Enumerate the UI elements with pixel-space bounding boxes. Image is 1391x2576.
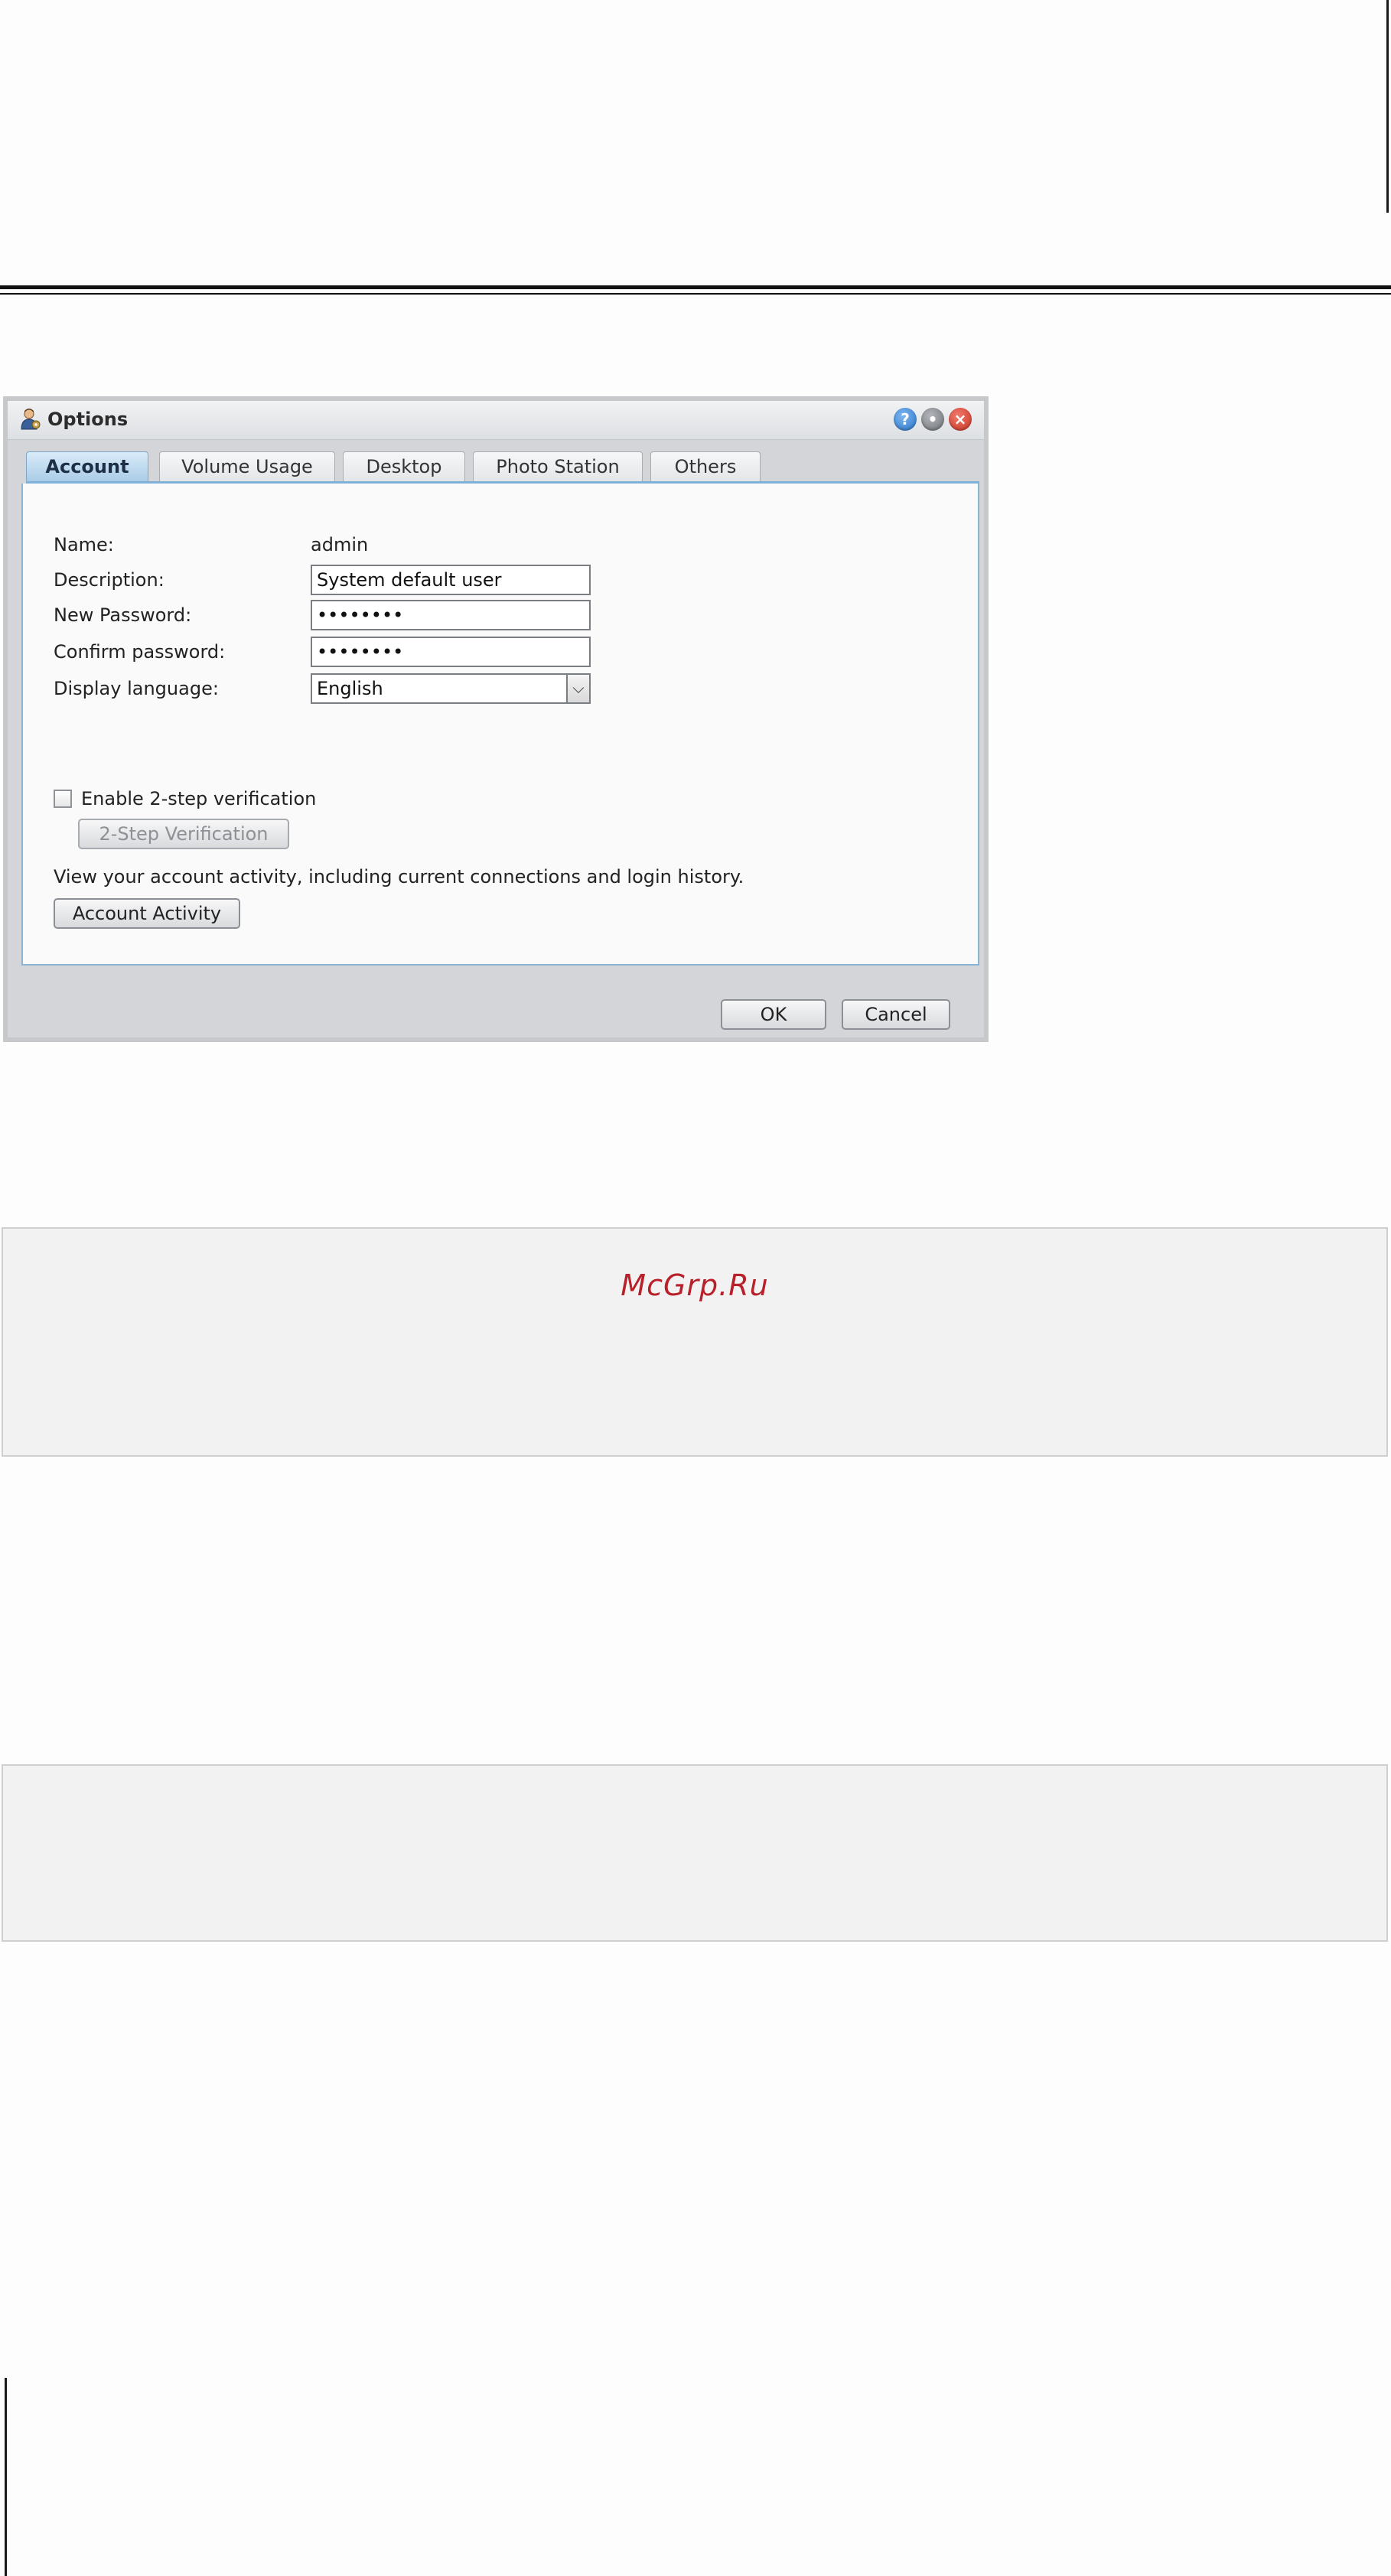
- note-box-second: [2, 1764, 1388, 1942]
- display-language-value: English: [317, 678, 383, 699]
- minimize-icon[interactable]: •: [921, 408, 944, 431]
- chevron-down-icon[interactable]: ⌵: [566, 675, 589, 702]
- description-label: Description:: [54, 569, 165, 591]
- new-password-label: New Password:: [54, 604, 192, 626]
- tab-photo-station[interactable]: Photo Station: [473, 451, 643, 482]
- tab-account[interactable]: Account: [26, 451, 148, 482]
- new-password-input[interactable]: ••••••••: [311, 600, 591, 630]
- display-language-label: Display language:: [54, 678, 219, 699]
- note-box-first: McGrp.Ru: [2, 1227, 1388, 1457]
- help-icon[interactable]: ?: [894, 408, 917, 431]
- name-value: admin: [311, 534, 369, 555]
- tab-others[interactable]: Others: [650, 451, 761, 482]
- options-dialog: Options ? • × Account Volume Usage Deskt…: [3, 396, 989, 1042]
- account-activity-button[interactable]: Account Activity: [54, 898, 240, 929]
- tab-volume-usage[interactable]: Volume Usage: [159, 451, 335, 482]
- header-rule-thin: [0, 293, 1391, 295]
- user-settings-icon: [21, 409, 41, 430]
- tab-desktop[interactable]: Desktop: [343, 451, 465, 482]
- confirm-password-input[interactable]: ••••••••: [311, 637, 591, 667]
- dialog-titlebar[interactable]: Options ? • ×: [8, 401, 984, 440]
- account-activity-description: View your account activity, including cu…: [54, 866, 744, 887]
- watermark-text: McGrp.Ru: [621, 1268, 769, 1302]
- page-edge-rule-bottom: [5, 2378, 7, 2576]
- dialog-title: Options: [47, 409, 129, 430]
- page-edge-rule-top: [1386, 0, 1389, 213]
- account-panel: Name: admin Description: System default …: [21, 484, 979, 966]
- ok-button[interactable]: OK: [721, 999, 826, 1030]
- display-language-select[interactable]: English ⌵: [311, 673, 591, 704]
- header-rule-thick: [0, 285, 1391, 289]
- cancel-button[interactable]: Cancel: [842, 999, 950, 1030]
- two-step-checkbox[interactable]: [54, 790, 72, 808]
- two-step-verification-button[interactable]: 2-Step Verification: [78, 819, 289, 849]
- two-step-checkbox-label: Enable 2-step verification: [81, 788, 317, 809]
- name-label: Name:: [54, 534, 114, 555]
- description-input[interactable]: System default user: [311, 565, 591, 595]
- close-icon[interactable]: ×: [949, 408, 972, 431]
- confirm-password-label: Confirm password:: [54, 641, 226, 663]
